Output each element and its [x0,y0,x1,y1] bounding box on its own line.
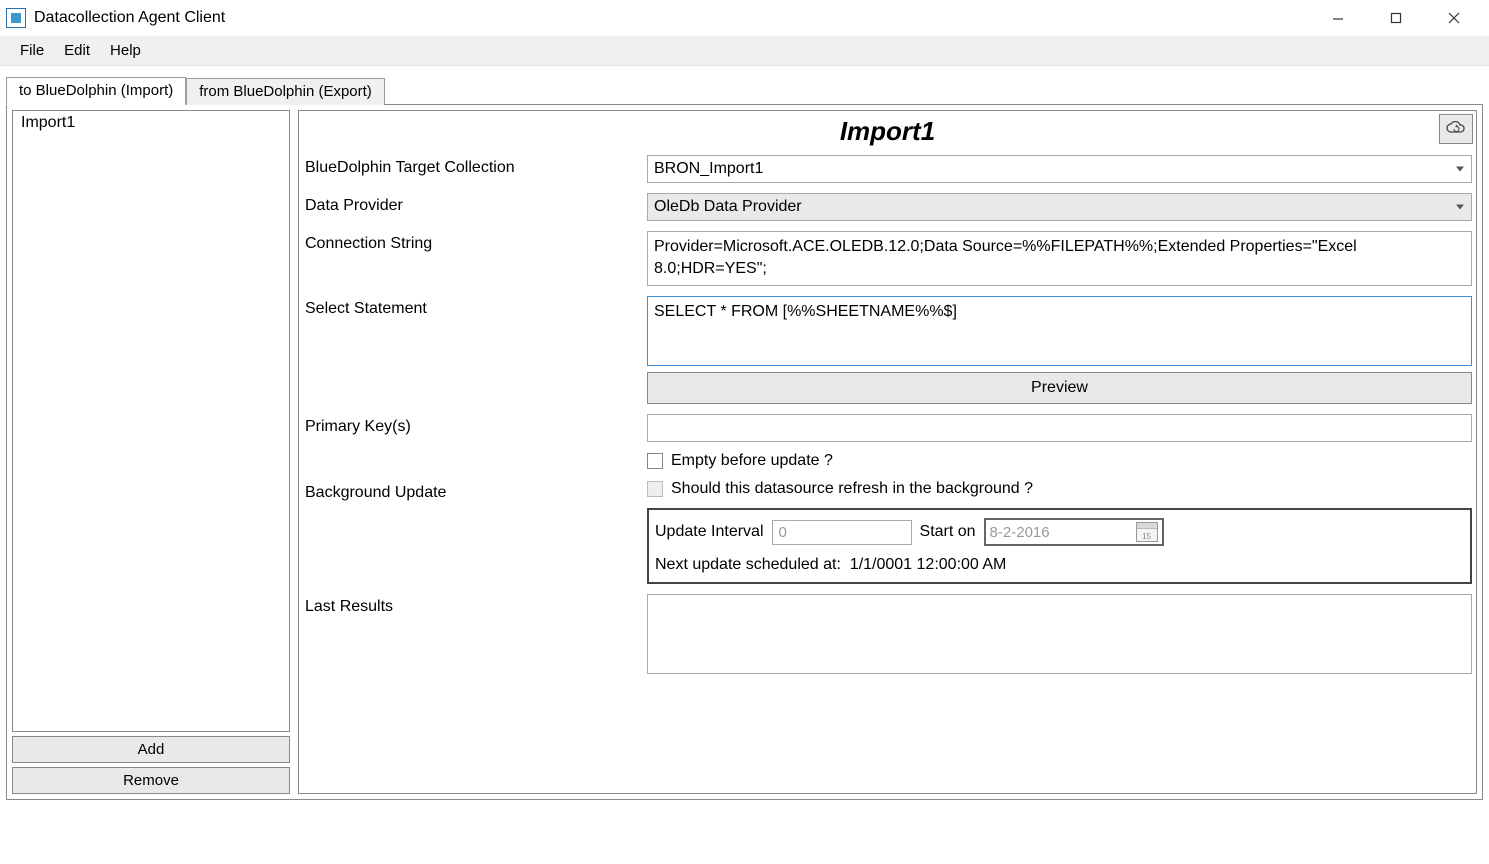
titlebar: Datacollection Agent Client [0,0,1489,36]
tab-panel: Import1 Add Remove Import1 BlueDolphin T… [6,104,1483,800]
label-pk: Primary Key(s) [303,414,647,436]
checkbox-icon [647,481,663,497]
checkbox-icon [647,453,663,469]
empty-before-update-checkbox[interactable]: Empty before update ? [647,452,1472,470]
next-update-prefix: Next update scheduled at: [655,556,841,573]
target-collection-combo[interactable] [647,155,1472,183]
menu-edit[interactable]: Edit [54,38,100,63]
select-statement-input[interactable] [647,296,1472,366]
menu-file[interactable]: File [10,38,54,63]
update-interval-input[interactable] [772,520,912,545]
label-select: Select Statement [303,296,647,318]
tabs-strip: to BlueDolphin (Import) from BlueDolphin… [6,76,1485,104]
left-panel: Import1 Add Remove [12,110,290,794]
label-conn: Connection String [303,231,647,253]
list-item[interactable]: Import1 [13,111,289,135]
refresh-button[interactable] [1439,114,1473,144]
import-list[interactable]: Import1 [12,110,290,732]
label-last-results: Last Results [303,594,647,616]
detail-title: Import1 [840,116,935,147]
calendar-icon: 15 [1136,522,1158,542]
next-update-line: Next update scheduled at: 1/1/0001 12:00… [655,556,1464,574]
label-interval: Update Interval [655,523,764,541]
cloud-refresh-icon [1446,120,1466,138]
background-refresh-checkbox[interactable]: Should this datasource refresh in the ba… [647,480,1472,498]
close-button[interactable] [1425,2,1483,34]
minimize-button[interactable] [1309,2,1367,34]
bg-cb-label: Should this datasource refresh in the ba… [671,480,1033,498]
tab-import[interactable]: to BlueDolphin (Import) [6,77,186,105]
primary-keys-input[interactable] [647,414,1472,442]
menu-help[interactable]: Help [100,38,151,63]
start-date-value: 8-2-2016 [990,524,1050,541]
label-bg: Background Update [303,480,647,502]
detail-panel: Import1 BlueDolphin Target Collection [298,110,1477,794]
label-target: BlueDolphin Target Collection [303,155,647,177]
start-on-datepicker[interactable]: 8-2-2016 15 [984,518,1164,546]
connection-string-input[interactable] [647,231,1472,286]
next-update-value: 1/1/0001 12:00:00 AM [850,556,1007,573]
window-title: Datacollection Agent Client [34,9,225,27]
data-provider-combo[interactable] [647,193,1472,221]
schedule-box: Update Interval Start on 8-2-2016 15 Nex… [647,508,1472,584]
maximize-button[interactable] [1367,2,1425,34]
empty-cb-label: Empty before update ? [671,452,833,470]
menubar: File Edit Help [0,36,1489,66]
label-provider: Data Provider [303,193,647,215]
add-button[interactable]: Add [12,736,290,763]
label-start-on: Start on [920,523,976,541]
last-results-box [647,594,1472,674]
preview-button[interactable]: Preview [647,372,1472,404]
remove-button[interactable]: Remove [12,767,290,794]
window-controls [1309,2,1483,34]
app-icon [6,8,26,28]
tab-export[interactable]: from BlueDolphin (Export) [186,78,385,105]
